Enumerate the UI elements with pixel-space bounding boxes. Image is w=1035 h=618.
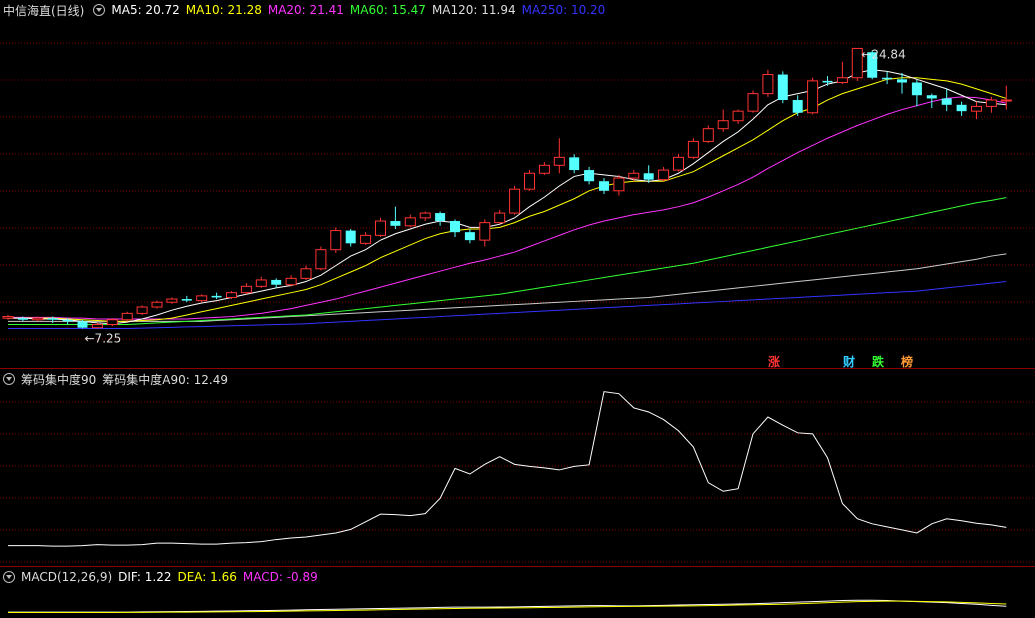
candle-body	[345, 230, 356, 244]
candle-body	[687, 140, 699, 158]
candle-body	[599, 181, 609, 191]
candle-body	[435, 213, 446, 222]
candle-body	[166, 298, 178, 303]
candle-body	[151, 301, 163, 308]
candle-body	[360, 234, 372, 244]
candle-body	[882, 77, 893, 80]
ma5-line	[8, 69, 1007, 325]
candle-body	[330, 230, 342, 251]
candle-body	[926, 95, 937, 99]
candle-body	[404, 217, 416, 227]
low-price-label: ←7.25	[85, 332, 122, 346]
ma20-line	[8, 96, 1007, 320]
candle-body	[91, 324, 103, 329]
candle-body	[717, 120, 729, 130]
candle-body	[762, 74, 774, 95]
candle-body	[807, 80, 819, 114]
candle-body	[628, 172, 640, 179]
candle-body	[2, 316, 14, 319]
candle-body	[77, 321, 88, 328]
candle-body	[538, 164, 550, 174]
high-price-label: ←24.84	[861, 47, 905, 61]
candle-body	[822, 80, 833, 83]
candle-body	[271, 279, 282, 285]
candle-body	[971, 105, 982, 112]
candle-body	[658, 169, 670, 181]
candle-body	[509, 188, 521, 214]
candle-body	[897, 79, 907, 83]
candle-body	[956, 104, 967, 112]
candle-body	[121, 312, 133, 321]
candlestick-pane: 中信海直(日线) MA5: 20.72 MA10: 21.28 MA20: 21…	[0, 0, 1035, 369]
candle-body	[479, 222, 491, 241]
candle-body	[985, 99, 997, 107]
candle-body	[375, 220, 386, 236]
candle-body	[836, 77, 848, 84]
candle-body	[911, 82, 922, 96]
candle-body	[255, 279, 267, 287]
indicator-chart[interactable]	[0, 369, 1035, 566]
candle-body	[747, 93, 759, 112]
candle-body	[285, 277, 297, 286]
candle-body	[181, 299, 192, 301]
macd-chart[interactable]	[0, 567, 1035, 618]
candle-body	[524, 172, 535, 190]
candle-body	[315, 249, 327, 270]
ma120-line	[8, 253, 1007, 322]
candle-body	[941, 98, 952, 105]
candle-body	[226, 292, 237, 298]
candlestick-chart[interactable]: ←24.84 ←7.25	[0, 0, 1035, 368]
candle-body	[211, 295, 222, 298]
candle-body	[196, 295, 208, 302]
candle-body	[240, 285, 252, 294]
ma10-line	[8, 77, 1007, 322]
candle-body	[613, 177, 625, 192]
candle-body	[450, 221, 460, 233]
candle-body	[792, 100, 803, 113]
candle-body	[47, 318, 58, 320]
candle-body	[62, 319, 73, 322]
candle-body	[32, 317, 44, 321]
candle-body	[732, 110, 744, 122]
candle-body	[553, 156, 565, 166]
candle-body	[777, 74, 788, 101]
candle-body	[390, 221, 401, 226]
candle-body	[643, 173, 654, 180]
candle-body	[673, 156, 684, 171]
candle-body	[17, 318, 28, 320]
macd-pane: MACD(12,26,9) DIF: 1.22 DEA: 1.66 MACD: …	[0, 567, 1035, 618]
candle-body	[702, 128, 714, 142]
candle-body	[1000, 99, 1012, 102]
candle-body	[300, 268, 312, 279]
candle-body	[584, 170, 595, 182]
candle-body	[136, 306, 148, 314]
candle-body	[464, 232, 475, 241]
indicator-pane: 筹码集中度90 筹码集中度A90: 12.49	[0, 369, 1035, 566]
candle-body	[419, 212, 431, 219]
concentration-line	[8, 391, 1007, 547]
candle-body	[569, 157, 580, 171]
candle-body	[106, 319, 118, 326]
candle-body	[494, 212, 506, 224]
